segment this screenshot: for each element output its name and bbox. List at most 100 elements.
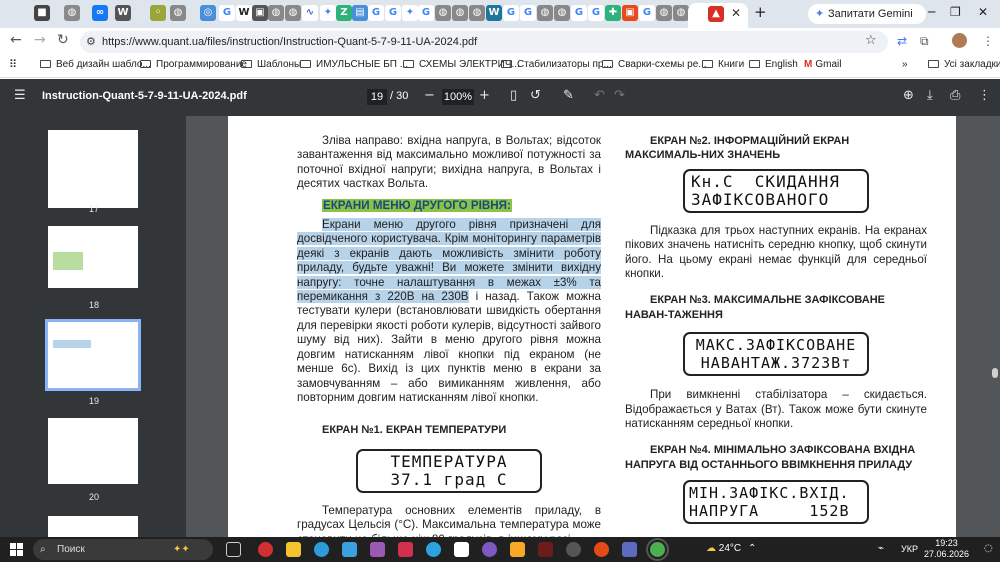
thumbnail-page-21[interactable] (48, 516, 138, 537)
tab-favicon-30[interactable]: G (588, 5, 604, 21)
add-note-icon[interactable]: ⊕ (903, 88, 914, 103)
tab-favicon-9[interactable]: W (236, 5, 252, 21)
tab-favicon-15[interactable]: Z (336, 5, 352, 21)
tab-favicon-33[interactable]: G (639, 5, 655, 21)
bookmark-folder-2[interactable]: Программирование (140, 59, 247, 70)
active-tab[interactable]: ▲ ✕ (688, 3, 748, 28)
store-icon[interactable] (342, 542, 357, 557)
tab-favicon-29[interactable]: G (571, 5, 587, 21)
chrome-icon[interactable] (646, 538, 669, 561)
print-icon[interactable]: ⎙ (950, 88, 960, 103)
zoom-input[interactable]: 100% (442, 89, 474, 105)
file-explorer-icon[interactable] (286, 542, 301, 557)
tab-favicon-8[interactable]: G (219, 5, 235, 21)
translate-icon[interactable]: ⇄ (897, 34, 907, 48)
scrollbar[interactable] (990, 116, 1000, 537)
tab-favicon-23[interactable]: ◍ (469, 5, 485, 21)
window-close-icon[interactable]: ✕ (978, 5, 988, 19)
tab-favicon-28[interactable]: ◍ (554, 5, 570, 21)
tab-favicon-19[interactable]: ✦ (402, 5, 418, 21)
fit-page-icon[interactable]: ▯ (510, 88, 517, 103)
bookmark-folder-6[interactable]: Стабилизаторы пр... (501, 59, 612, 70)
hamburger-menu-icon[interactable]: ☰ (14, 88, 26, 103)
tab-favicon-13[interactable]: ∿ (302, 5, 318, 21)
new-tab-icon[interactable]: + (754, 3, 767, 21)
tab-favicon-32[interactable]: ▣ (622, 5, 638, 21)
extensions-icon[interactable]: ⧉ (920, 34, 929, 49)
site-info-icon[interactable]: ⚙ (86, 35, 96, 48)
telegram-icon[interactable] (426, 542, 441, 557)
address-bar[interactable]: ⚙ https://www.quant.ua/files/instruction… (80, 31, 888, 53)
tab-favicon-7[interactable]: ◎ (200, 5, 216, 21)
windows-start-icon[interactable] (10, 543, 23, 556)
tab-favicon-14[interactable]: ✦ (320, 5, 336, 21)
tab-favicon-20[interactable]: G (418, 5, 434, 21)
thumbnail-page-19[interactable] (45, 319, 141, 391)
more-bookmarks-icon[interactable]: » (902, 59, 908, 70)
tab-favicon-11[interactable]: ◍ (268, 5, 284, 21)
bookmark-folder-1[interactable]: Веб дизайн шабло... (40, 59, 151, 70)
clock[interactable]: 19:23 27.06.2026 (924, 538, 969, 560)
app-icon-dark-red[interactable] (538, 542, 553, 557)
reload-icon[interactable]: ↻ (57, 32, 69, 48)
tab-favicon-26[interactable]: G (520, 5, 536, 21)
tab-favicon-16[interactable]: ▤ (352, 5, 368, 21)
opera-icon[interactable] (258, 542, 273, 557)
app-icon-yellow[interactable] (510, 542, 525, 557)
scrollbar-thumb[interactable] (992, 368, 998, 378)
forward-icon[interactable]: → (34, 32, 46, 48)
maximize-icon[interactable]: ❐ (950, 5, 961, 19)
tab-favicon-24[interactable]: W (486, 5, 502, 21)
undo-icon[interactable]: ↶ (594, 88, 605, 103)
app-icon-blue[interactable] (622, 542, 637, 557)
annotate-icon[interactable]: ✎ (563, 88, 574, 103)
tab-favicon-10[interactable]: ▣ (252, 5, 268, 21)
tab-favicon-6[interactable]: ◍ (170, 5, 186, 21)
weather-widget[interactable]: ☁ 24°C (706, 543, 741, 554)
apps-icon[interactable]: ⠿ (9, 58, 17, 71)
thumbnail-page-18[interactable] (48, 226, 138, 288)
tab-favicon-12[interactable]: ◍ (285, 5, 301, 21)
redo-icon[interactable]: ↷ (614, 88, 625, 103)
taskbar-search[interactable]: ⌕ Поиск ✦✦ (33, 539, 213, 560)
bookmark-folder-3[interactable]: Шаблоны (241, 59, 301, 70)
copilot-icon[interactable] (370, 542, 385, 557)
close-icon[interactable]: ✕ (731, 6, 741, 20)
tab-favicon-17[interactable]: G (368, 5, 384, 21)
edge-icon[interactable] (314, 542, 329, 557)
download-icon[interactable]: ⤓ (927, 88, 933, 103)
ask-gemini-button[interactable]: ✦ Запитати Gemini (808, 4, 926, 24)
menu-icon[interactable]: ⋮ (982, 34, 994, 48)
app-icon-red[interactable] (398, 542, 413, 557)
rotate-icon[interactable]: ↺ (530, 88, 541, 103)
app-icon-orange[interactable] (594, 542, 609, 557)
tray-overflow-icon[interactable]: ⌃ (748, 543, 756, 554)
app-icon-purple[interactable] (482, 542, 497, 557)
language-indicator[interactable]: УКР (901, 544, 918, 554)
bookmark-folder-8[interactable]: Книги (702, 59, 744, 70)
zoom-in-icon[interactable]: + (479, 88, 490, 103)
bookmark-star-icon[interactable]: ☆ (865, 33, 877, 48)
task-view-icon[interactable] (226, 542, 241, 557)
capcut-icon[interactable] (454, 542, 469, 557)
network-icon[interactable]: ⌁ (878, 543, 884, 554)
tab-favicon-18[interactable]: G (385, 5, 401, 21)
zoom-out-icon[interactable]: − (424, 88, 435, 103)
page-number-input[interactable]: 19 (367, 89, 387, 105)
thumbnail-page-20[interactable] (48, 418, 138, 484)
tab-favicon-25[interactable]: G (503, 5, 519, 21)
back-icon[interactable]: ← (10, 32, 22, 48)
pdf-viewer[interactable]: Зліва направо: вхідна напруга, в Вольтах… (186, 116, 1000, 537)
more-options-icon[interactable]: ⋮ (978, 88, 991, 103)
all-bookmarks-folder[interactable]: Усі закладки (928, 59, 1000, 70)
bookmark-folder-9[interactable]: English (749, 59, 798, 70)
minimize-icon[interactable]: ─ (928, 5, 935, 19)
tab-favicon-2[interactable]: ◍ (64, 5, 80, 21)
tab-favicon-1[interactable]: ■ (34, 5, 50, 21)
app-icon-gray[interactable] (566, 542, 581, 557)
tab-favicon-31[interactable]: ✚ (605, 5, 621, 21)
tab-favicon-27[interactable]: ◍ (537, 5, 553, 21)
notification-icon[interactable]: ◌ (984, 543, 993, 554)
bookmark-folder-7[interactable]: Сварки-схемы ре... (602, 59, 707, 70)
tab-favicon-34[interactable]: ◍ (656, 5, 672, 21)
